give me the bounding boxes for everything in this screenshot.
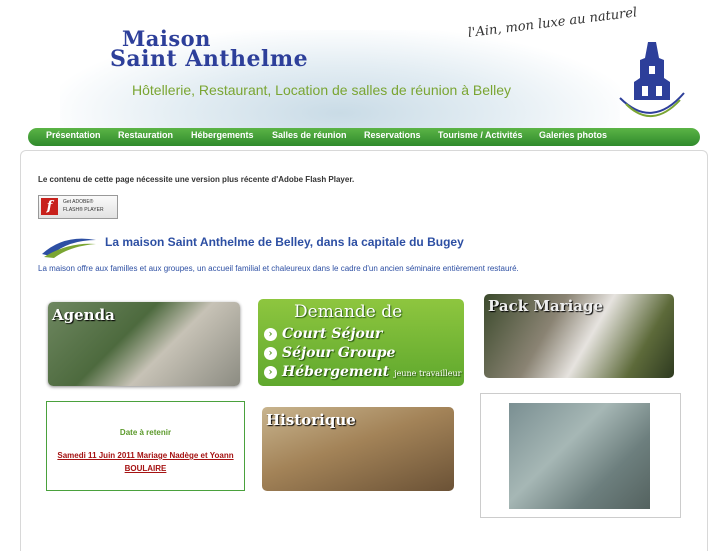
chevron-right-icon: › (264, 365, 277, 379)
historique-tile[interactable]: Historique (262, 407, 454, 491)
agenda-tile[interactable]: Agenda (48, 302, 240, 386)
demande-row1-label: Court Séjour (282, 326, 383, 342)
site-header: Maison Saint Anthelme Hôtellerie, Restau… (0, 0, 727, 128)
nav-salles-de-reunion[interactable]: Salles de réunion (272, 130, 347, 140)
flash-notice: Le contenu de cette page nécessite une v… (38, 175, 355, 184)
page-title: La maison Saint Anthelme de Belley, dans… (105, 235, 464, 249)
mariage-label: Pack Mariage (488, 297, 604, 315)
demande-court-sejour[interactable]: › Court Séjour (264, 326, 382, 342)
nav-reservations[interactable]: Reservations (364, 130, 421, 140)
demande-tile[interactable]: Demande de › Court Séjour › Séjour Groupe … (258, 299, 464, 386)
agenda-label: Agenda (52, 306, 115, 324)
nav-restauration[interactable]: Restauration (118, 130, 173, 140)
nav-presentation[interactable]: Présentation (46, 130, 101, 140)
get-flash-player-button[interactable]: f Get ADOBE® FLASH® PLAYER (38, 195, 118, 219)
site-subtitle: Hôtellerie, Restaurant, Location de sall… (132, 82, 512, 98)
chapel-logo-icon (619, 42, 685, 118)
demande-head: Demande de (294, 302, 403, 322)
photo-frame (480, 393, 681, 518)
date-a-retenir-box: Date à retenir Samedi 11 Juin 2011 Maria… (46, 401, 245, 491)
chevron-right-icon: › (264, 346, 277, 360)
nav-hebergements[interactable]: Hébergements (191, 130, 254, 140)
nav-tourisme-activites[interactable]: Tourisme / Activités (438, 130, 523, 140)
flash-badge-line2: FLASH® PLAYER (63, 207, 104, 213)
swoosh-icon (42, 238, 96, 258)
nav-galeries-photos[interactable]: Galeries photos (539, 130, 607, 140)
chevron-right-icon: › (264, 327, 277, 341)
event-link[interactable]: Samedi 11 Juin 2011 Mariage Nadège et Yo… (51, 449, 240, 475)
historique-label: Historique (266, 411, 356, 429)
demande-row2-label: Séjour Groupe (282, 345, 396, 361)
intro-text: La maison offre aux familles et aux grou… (38, 264, 519, 273)
gallery-photo[interactable] (509, 403, 650, 509)
pack-mariage-tile[interactable]: Pack Mariage (484, 294, 674, 378)
demande-sejour-groupe[interactable]: › Séjour Groupe (264, 345, 395, 361)
logo-line2[interactable]: Saint Anthelme (110, 46, 308, 72)
flash-badge-line1: Get ADOBE® (63, 199, 94, 205)
demande-row3-label: Hébergement (282, 364, 390, 380)
date-a-retenir-title: Date à retenir (119, 428, 172, 437)
demande-row3-small: jeune travailleur (394, 369, 462, 378)
flash-icon: f (41, 198, 58, 215)
main-nav: Présentation Restauration Hébergements S… (28, 128, 700, 146)
demande-hebergement[interactable]: › Hébergement jeune travailleur (264, 364, 461, 380)
